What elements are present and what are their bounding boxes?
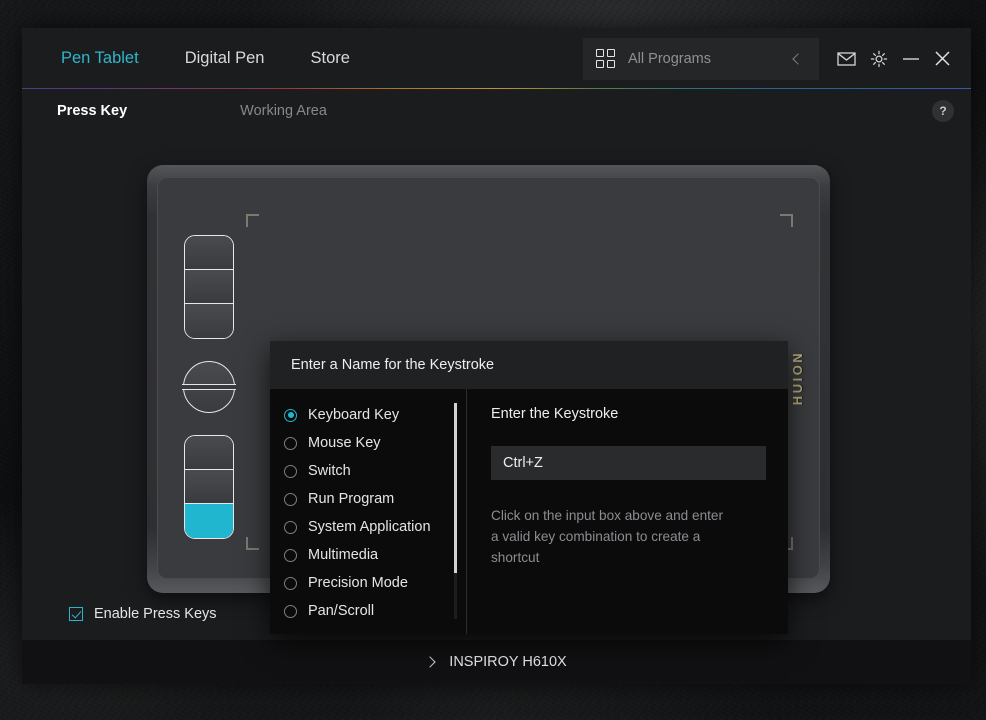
press-key-6-selected[interactable] [185, 504, 233, 538]
active-area-corner-bottom-left [246, 537, 259, 550]
device-name-label: INSPIROY H610X [449, 654, 567, 670]
option-label: Mouse Key [308, 435, 381, 451]
options-scrollbar[interactable] [454, 403, 457, 619]
device-status-bar[interactable]: INSPIROY H610X [22, 640, 971, 684]
gear-icon[interactable] [870, 50, 888, 68]
radio-icon [284, 408, 297, 422]
press-key-1[interactable] [185, 236, 233, 270]
press-key-5[interactable] [185, 470, 233, 504]
press-key-group-bottom [184, 435, 234, 539]
tab-store[interactable]: Store [306, 43, 353, 74]
press-key-2[interactable] [185, 270, 233, 304]
press-key-cluster [183, 235, 235, 539]
keystroke-dialog: Enter a Name for the Keystroke Keyboard … [270, 341, 788, 634]
keystroke-input[interactable]: Ctrl+Z [491, 446, 766, 480]
huion-brand-logo: HUION [790, 350, 805, 406]
header-right-controls: All Programs [583, 37, 951, 80]
window-controls [837, 50, 951, 68]
option-run-program[interactable]: Run Program [284, 485, 466, 513]
all-programs-label: All Programs [628, 50, 711, 67]
app-header: Pen Tablet Digital Pen Store All Program… [22, 28, 971, 89]
option-label: Pan/Scroll [308, 603, 375, 619]
dialog-title: Enter a Name for the Keystroke [270, 341, 788, 389]
option-system-application[interactable]: System Application [284, 513, 466, 541]
enable-press-keys-checkbox[interactable] [69, 607, 83, 621]
active-area-corner-top-right [780, 214, 793, 227]
keystroke-heading: Enter the Keystroke [491, 406, 619, 422]
active-area-corner-top-left [246, 214, 259, 227]
option-label: Precision Mode [308, 575, 408, 591]
radio-icon [284, 492, 297, 506]
radio-icon [284, 576, 297, 590]
scrollbar-thumb[interactable] [454, 403, 457, 573]
keystroke-hint: Click on the input box above and enter a… [491, 508, 724, 565]
minimize-icon[interactable] [902, 53, 920, 65]
subtab-press-key[interactable]: Press Key [57, 103, 127, 119]
enable-press-keys-row[interactable]: Enable Press Keys [69, 606, 217, 622]
chevron-right-icon[interactable] [424, 656, 436, 668]
dialog-body: Keyboard Key Mouse Key Switch Run Progra… [270, 389, 788, 634]
subtab-working-area[interactable]: Working Area [240, 103, 327, 119]
option-label: System Application [308, 519, 431, 535]
all-programs-selector[interactable]: All Programs [583, 37, 819, 80]
keystroke-pane: Enter the Keystroke Ctrl+Z Click on the … [467, 389, 788, 634]
chevron-left-icon[interactable] [792, 52, 804, 65]
press-key-3[interactable] [185, 304, 233, 338]
option-label: Switch [308, 463, 351, 479]
radio-icon [284, 520, 297, 534]
option-pan-scroll[interactable]: Pan/Scroll [284, 597, 466, 625]
option-label: Run Program [308, 491, 395, 507]
mail-icon[interactable] [837, 51, 856, 66]
grid-icon [596, 49, 615, 68]
main-tabs: Pen Tablet Digital Pen Store [57, 43, 354, 74]
radio-icon [284, 464, 297, 478]
huion-tablet-app-window: Pen Tablet Digital Pen Store All Program… [22, 28, 971, 684]
option-multimedia[interactable]: Multimedia [284, 541, 466, 569]
radio-icon [284, 548, 297, 562]
tab-pen-tablet[interactable]: Pen Tablet [57, 43, 143, 74]
option-switch[interactable]: Switch [284, 457, 466, 485]
main-stage: HUION Enter a Name for the Keystroke Key… [22, 133, 971, 640]
help-button[interactable]: ? [932, 100, 954, 122]
dial-control[interactable] [183, 361, 235, 413]
radio-icon [284, 436, 297, 450]
option-mouse-key[interactable]: Mouse Key [284, 429, 466, 457]
sub-navigation: Press Key Working Area ? [22, 89, 971, 133]
option-label: Multimedia [308, 547, 379, 563]
enable-press-keys-label: Enable Press Keys [94, 606, 217, 622]
option-keyboard-key[interactable]: Keyboard Key [284, 401, 466, 429]
tab-digital-pen[interactable]: Digital Pen [181, 43, 269, 74]
close-icon[interactable] [934, 50, 951, 67]
function-type-list: Keyboard Key Mouse Key Switch Run Progra… [270, 389, 466, 634]
option-precision-mode[interactable]: Precision Mode [284, 569, 466, 597]
press-key-4[interactable] [185, 436, 233, 470]
press-key-group-top [184, 235, 234, 339]
option-label: Keyboard Key [308, 407, 400, 423]
radio-icon [284, 604, 297, 618]
